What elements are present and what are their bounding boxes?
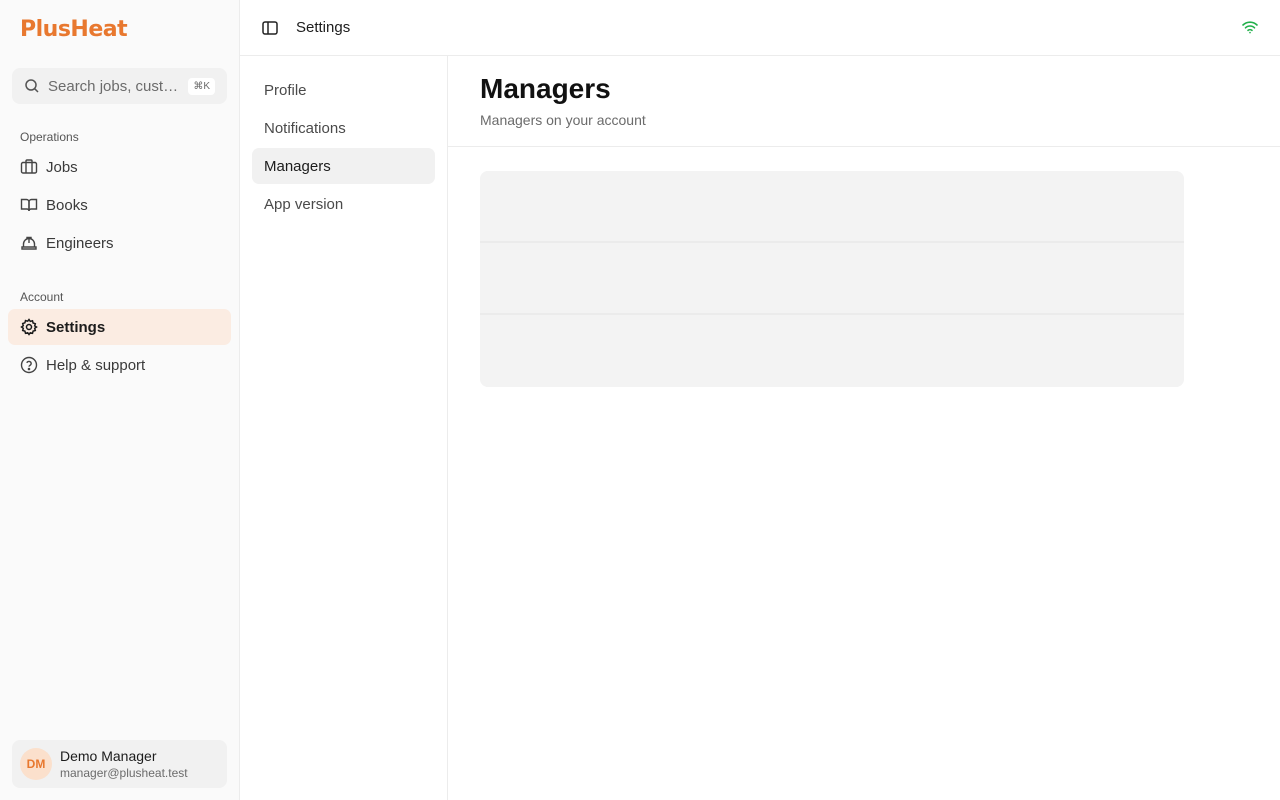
gear-icon: [20, 318, 38, 336]
briefcase-icon: [20, 158, 38, 176]
sidebar-item-label: Engineers: [46, 234, 114, 252]
book-icon: [20, 196, 38, 214]
page-subtitle: Managers on your account: [480, 112, 646, 128]
search-bar[interactable]: Search jobs, custo... ⌘K: [12, 68, 227, 104]
managers-list-loading-skeleton: [480, 171, 1184, 387]
settings-subnav: Profile Notifications Managers App versi…: [240, 56, 448, 800]
sidebar-toggle-icon[interactable]: [260, 18, 280, 38]
avatar: DM: [20, 748, 52, 780]
search-shortcut: ⌘K: [188, 77, 215, 95]
section-label-operations: Operations: [20, 130, 79, 144]
sidebar-item-label: Jobs: [46, 158, 78, 176]
skeleton-row: [480, 243, 1184, 315]
settings-nav-notifications[interactable]: Notifications: [252, 110, 435, 146]
sidebar-item-label: Help & support: [46, 356, 146, 374]
settings-nav-app-version[interactable]: App version: [252, 186, 435, 222]
page-title: Managers: [480, 73, 611, 104]
app-logo[interactable]: PlusHeat: [20, 17, 128, 42]
skeleton-row: [480, 171, 1184, 243]
sidebar-item-engineers[interactable]: Engineers: [8, 225, 231, 261]
user-account-card[interactable]: DM Demo Manager manager@plusheat.test: [12, 740, 227, 788]
skeleton-row: [480, 315, 1184, 387]
hard-hat-icon: [20, 234, 38, 252]
user-info: Demo Manager manager@plusheat.test: [60, 748, 188, 780]
sidebar-item-jobs[interactable]: Jobs: [8, 149, 231, 185]
user-name: Demo Manager: [60, 748, 157, 764]
sidebar-item-help[interactable]: Help & support: [8, 347, 231, 383]
user-email: manager@plusheat.test: [60, 766, 188, 780]
sidebar-item-label: Books: [46, 196, 88, 214]
main-content: Managers Managers on your account: [448, 56, 1280, 800]
sidebar: PlusHeat Search jobs, custo... ⌘K Operat…: [0, 0, 240, 800]
search-placeholder: Search jobs, custo...: [48, 77, 183, 95]
page-breadcrumb: Settings: [296, 19, 351, 36]
sidebar-item-books[interactable]: Books: [8, 187, 231, 223]
help-circle-icon: [20, 356, 38, 374]
wifi-icon: [1242, 20, 1258, 34]
top-header: Settings: [240, 0, 1280, 56]
section-label-account: Account: [20, 290, 64, 304]
sidebar-item-settings[interactable]: Settings: [8, 309, 231, 345]
header-divider: [448, 146, 1280, 147]
settings-nav-profile[interactable]: Profile: [252, 72, 435, 108]
search-icon: [24, 78, 40, 94]
sidebar-item-label: Settings: [46, 318, 106, 336]
settings-nav-managers[interactable]: Managers: [252, 148, 435, 184]
